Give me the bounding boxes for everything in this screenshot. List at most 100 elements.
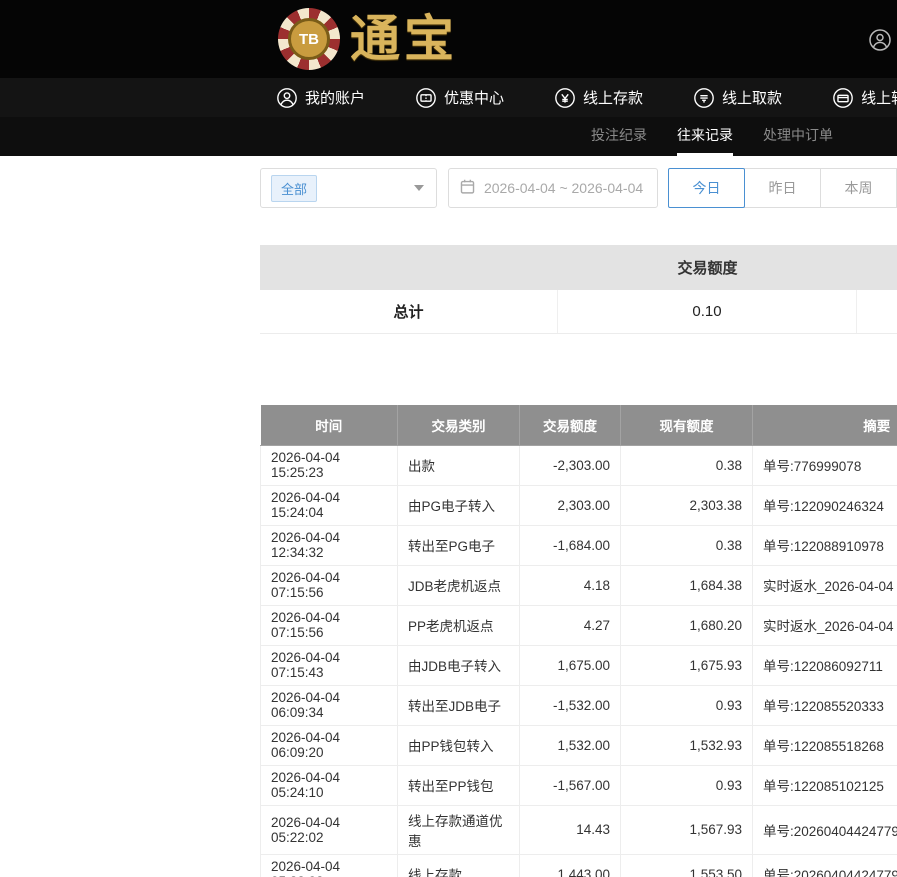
table-cell: 单号:122085518268: [753, 725, 897, 765]
nav-item-withdraw[interactable]: 线上取款: [693, 87, 782, 109]
table-cell: 2026-04-04 05:22:02: [261, 854, 398, 877]
table-row: 2026-04-04 05:24:10转出至PP钱包-1,567.000.93单…: [261, 765, 897, 805]
nav-item-deposit[interactable]: 线上存款: [554, 87, 643, 109]
top-header: TB 通宝: [0, 0, 897, 78]
table-row: 2026-04-04 07:15:56JDB老虎机返点4.181,684.38实…: [261, 565, 897, 605]
summary-header-extra: [857, 245, 897, 290]
col-header-amount: 交易额度: [520, 405, 621, 445]
profile-icon[interactable]: [868, 28, 892, 52]
table-row: 2026-04-04 07:15:43由JDB电子转入1,675.001,675…: [261, 645, 897, 685]
table-cell: 1,553.50: [621, 854, 753, 877]
table-cell: 单号:122085102125: [753, 765, 897, 805]
summary-header-blank: [260, 245, 558, 290]
summary-extra-value: [857, 290, 897, 333]
table-cell: 出款: [398, 445, 520, 485]
table-cell: 转出至PP钱包: [398, 765, 520, 805]
tab-bet-records[interactable]: 投注纪录: [591, 117, 647, 156]
table-cell: 线上存款通道优惠: [398, 805, 520, 854]
table-cell: 1,684.38: [621, 565, 753, 605]
col-header-time: 时间: [261, 405, 398, 445]
table-cell: 2026-04-04 06:09:20: [261, 725, 398, 765]
nav-item-label: 我的账户: [305, 87, 365, 108]
nav-item-transfer[interactable]: 线上转账: [832, 87, 897, 109]
yesterday-button[interactable]: 昨日: [744, 168, 821, 208]
nav-item-promotions[interactable]: 优惠中心: [415, 87, 504, 109]
summary-table: 交易额度 总计 0.10: [260, 245, 897, 334]
table-cell: 1,443.00: [520, 854, 621, 877]
table-cell: 2026-04-04 05:24:10: [261, 765, 398, 805]
table-row: 2026-04-04 05:22:02线上存款1,443.001,553.50单…: [261, 854, 897, 877]
logo-text: 通宝: [350, 7, 458, 71]
table-cell: 单号:20260404424779: [753, 854, 897, 877]
nav-item-label: 线上转账: [861, 87, 897, 108]
table-cell: 2026-04-04 07:15:56: [261, 565, 398, 605]
summary-header: 交易额度: [260, 245, 897, 290]
table-cell: 单号:122090246324: [753, 485, 897, 525]
table-cell: 2026-04-04 15:25:23: [261, 445, 398, 485]
table-cell: 2,303.00: [520, 485, 621, 525]
table-cell: 0.93: [621, 685, 753, 725]
table-cell: 单号:20260404424779: [753, 805, 897, 854]
coin-deposit-icon: [554, 87, 576, 109]
table-cell: 4.27: [520, 605, 621, 645]
col-header-type: 交易类别: [398, 405, 520, 445]
transactions-table: 时间 交易类别 交易额度 现有额度 摘要 2026-04-04 15:25:23…: [260, 405, 897, 877]
summary-total-value: 0.10: [558, 290, 857, 333]
table-cell: 单号:122086092711: [753, 645, 897, 685]
table-cell: 2,303.38: [621, 485, 753, 525]
brand-logo[interactable]: TB 通宝: [278, 7, 458, 71]
nav-item-label: 线上存款: [583, 87, 643, 108]
table-cell: 实时返水_2026-04-04: [753, 605, 897, 645]
table-cell: 1,567.93: [621, 805, 753, 854]
table-cell: 由JDB电子转入: [398, 645, 520, 685]
table-cell: 实时返水_2026-04-04: [753, 565, 897, 605]
nav-item-label: 线上取款: [722, 87, 782, 108]
table-cell: 由PG电子转入: [398, 485, 520, 525]
table-cell: 转出至PG电子: [398, 525, 520, 565]
table-cell: 2026-04-04 05:22:02: [261, 805, 398, 854]
date-range-picker[interactable]: 2026-04-04 ~ 2026-04-04: [448, 168, 658, 208]
this-week-button[interactable]: 本周: [820, 168, 897, 208]
table-row: 2026-04-04 07:15:56PP老虎机返点4.271,680.20实时…: [261, 605, 897, 645]
table-cell: -1,532.00: [520, 685, 621, 725]
calendar-icon: [459, 178, 476, 198]
quick-date-buttons: 今日 昨日 本周: [669, 168, 897, 208]
table-cell: 线上存款: [398, 854, 520, 877]
table-cell: 1,680.20: [621, 605, 753, 645]
summary-header-amount: 交易额度: [558, 245, 857, 290]
table-cell: -2,303.00: [520, 445, 621, 485]
ticket-icon: [415, 87, 437, 109]
transactions-body: 2026-04-04 15:25:23出款-2,303.000.38单号:776…: [261, 445, 897, 877]
table-cell: 2026-04-04 07:15:43: [261, 645, 398, 685]
date-range-value: 2026-04-04 ~ 2026-04-04: [484, 180, 643, 196]
chevron-down-icon: [414, 185, 424, 191]
summary-total-label: 总计: [260, 290, 558, 333]
table-header-row: 时间 交易类别 交易额度 现有额度 摘要: [261, 405, 897, 445]
coin-withdraw-icon: [693, 87, 715, 109]
table-cell: 4.18: [520, 565, 621, 605]
table-cell: 2026-04-04 15:24:04: [261, 485, 398, 525]
table-cell: 单号:122085520333: [753, 685, 897, 725]
type-dropdown[interactable]: 全部: [260, 168, 437, 208]
table-row: 2026-04-04 06:09:20由PP钱包转入1,532.001,532.…: [261, 725, 897, 765]
col-header-summary: 摘要: [753, 405, 897, 445]
record-tabs: 投注纪录 往来记录 处理中订单: [0, 117, 897, 156]
user-icon: [276, 87, 298, 109]
col-header-balance: 现有额度: [621, 405, 753, 445]
table-cell: JDB老虎机返点: [398, 565, 520, 605]
table-cell: -1,567.00: [520, 765, 621, 805]
tab-transaction-records[interactable]: 往来记录: [677, 117, 733, 156]
table-cell: 单号:122088910978: [753, 525, 897, 565]
table-cell: 14.43: [520, 805, 621, 854]
today-button[interactable]: 今日: [668, 168, 745, 208]
table-cell: PP老虎机返点: [398, 605, 520, 645]
tab-processing-orders[interactable]: 处理中订单: [763, 117, 833, 156]
filter-row: 全部 2026-04-04 ~ 2026-04-04 今日 昨日 本周: [260, 168, 897, 208]
summary-row: 总计 0.10: [260, 290, 897, 334]
nav-item-my-account[interactable]: 我的账户: [276, 87, 365, 109]
table-cell: 1,532.00: [520, 725, 621, 765]
table-cell: 0.38: [621, 445, 753, 485]
page: TB 通宝 我的账户: [0, 0, 897, 877]
main-nav: 我的账户 优惠中心 线上存款: [0, 78, 897, 117]
table-row: 2026-04-04 12:34:32转出至PG电子-1,684.000.38单…: [261, 525, 897, 565]
